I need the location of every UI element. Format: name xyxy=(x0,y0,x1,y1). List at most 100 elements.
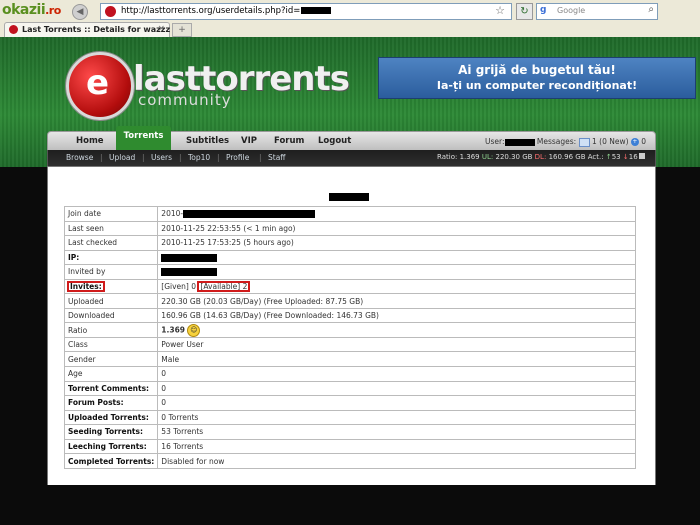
detail-key: Last checked xyxy=(63,235,159,251)
detail-value: [Given] 0 [Available] 2 xyxy=(157,278,636,295)
detail-value: Male xyxy=(157,351,636,368)
table-row: Uploaded 220.30 GB (20.03 GB/Day) (Free U… xyxy=(63,293,636,309)
detail-key: Uploaded xyxy=(63,293,159,309)
detail-key: Invited by xyxy=(63,264,159,280)
subnav-profile[interactable]: Profile xyxy=(226,153,249,162)
redacted-ip xyxy=(161,253,218,262)
content-panel: Join date 2010- Last seen 2010-11-25 22:53… xyxy=(47,166,656,486)
search-input[interactable]: g Google ⌕ xyxy=(536,3,658,20)
ad-banner[interactable]: Ai grijă de bugetul tău! Ia-ți un comput… xyxy=(378,57,696,99)
table-row: Last seen 2010-11-25 22:53:55 (< 1 min ag… xyxy=(63,220,636,237)
detail-value: 53 Torrents xyxy=(157,424,636,440)
detail-value: 2010-11-25 17:53:25 (5 hours ago) xyxy=(157,235,636,251)
detail-value: 0 xyxy=(157,366,636,382)
subnav-browse[interactable]: Browse xyxy=(66,153,93,162)
main-nav: Home Torrents Subtitles VIP Forum Logout… xyxy=(47,126,656,152)
detail-value: 0 xyxy=(157,395,636,411)
table-row: Ratio 1.369 ☺ xyxy=(63,322,636,338)
reload-icon[interactable]: ↻ xyxy=(516,3,533,20)
detail-value: 0 xyxy=(157,380,636,397)
table-row: Last checked 2010-11-25 17:53:25 (5 hours… xyxy=(63,235,636,251)
messages-count[interactable]: 1 (0 New) xyxy=(592,137,629,146)
redacted-id xyxy=(301,7,332,14)
subnav-staff[interactable]: Staff xyxy=(268,153,285,162)
user-details-table: Join date 2010- Last seen 2010-11-25 22:53… xyxy=(63,206,636,469)
table-row: Torrent Comments: 0 xyxy=(63,380,636,397)
detail-value: 220.30 GB (20.03 GB/Day) (Free Uploaded:… xyxy=(157,293,636,309)
detail-value: 1.369 ☺ xyxy=(157,322,636,338)
detail-key: Uploaded Torrents: xyxy=(63,409,159,426)
detail-value xyxy=(157,264,636,280)
sub-nav: Browse | Upload | Users | Top10 | Profil… xyxy=(47,150,656,167)
table-row: Join date 2010- xyxy=(63,206,636,222)
detail-value: 0 Torrents xyxy=(157,409,636,426)
redacted-username-heading xyxy=(329,193,369,201)
detail-key: Class xyxy=(63,336,159,353)
detail-key: Torrent Comments: xyxy=(63,380,159,397)
detail-key: Age xyxy=(63,366,159,382)
detail-key: Ratio xyxy=(63,322,159,338)
site-favicon-icon xyxy=(105,6,116,17)
subnav-users[interactable]: Users xyxy=(151,153,172,162)
detail-key: Last seen xyxy=(63,220,159,237)
invites-label: Invites: xyxy=(67,281,105,292)
nav-subtitles[interactable]: Subtitles xyxy=(186,136,229,146)
detail-value: 160.96 GB (14.63 GB/Day) (Free Downloade… xyxy=(157,307,636,324)
nav-torrents[interactable]: Torrents xyxy=(116,126,171,150)
lasttorrents-logo-icon[interactable]: e xyxy=(66,52,134,120)
tab-strip: Last Torrents :: Details for wazzz × + xyxy=(0,21,700,37)
user-stats: Ratio: 1.369 UL: 220.30 GB DL: 160.96 GB… xyxy=(437,153,645,161)
table-row: Seeding Torrents: 53 Torrents xyxy=(63,424,636,440)
table-row: Invited by xyxy=(63,264,636,280)
rss-icon[interactable] xyxy=(638,153,645,159)
table-row: Completed Torrents: Disabled for now xyxy=(63,453,636,469)
messages-label: Messages: xyxy=(536,137,577,146)
subnav-top10[interactable]: Top10 xyxy=(188,153,210,162)
invites-given: [Given] 0 xyxy=(161,282,197,291)
table-row: Uploaded Torrents: 0 Torrents xyxy=(63,409,636,426)
nav-logout[interactable]: Logout xyxy=(318,136,351,146)
table-row: IP: xyxy=(63,249,636,266)
invites-available: [Available] 2 xyxy=(197,281,251,292)
detail-key: Forum Posts: xyxy=(63,395,159,411)
user-label: User: xyxy=(485,137,505,146)
table-row: Leeching Torrents: 16 Torrents xyxy=(63,438,636,455)
close-tab-icon[interactable]: × xyxy=(157,24,165,34)
ad-headline: Ai grijă de bugetul tău! xyxy=(458,63,616,77)
detail-value: 2010- xyxy=(157,206,636,222)
nav-vip[interactable]: VIP xyxy=(241,136,257,146)
google-icon: g xyxy=(540,5,547,15)
subnav-upload[interactable]: Upload xyxy=(109,153,135,162)
search-icon[interactable]: ⌕ xyxy=(648,4,654,15)
detail-key: Downloaded xyxy=(63,307,159,324)
okazii-watermark-logo: okazii.ro xyxy=(2,2,61,18)
detail-key: IP: xyxy=(63,249,159,266)
redacted-inviter xyxy=(161,268,218,277)
detail-value xyxy=(157,249,636,266)
table-row: Invites: [Given] 0 [Available] 2 xyxy=(63,278,636,295)
envelope-icon[interactable] xyxy=(578,137,590,147)
detail-key: Seeding Torrents: xyxy=(63,424,159,440)
table-row: Downloaded 160.96 GB (14.63 GB/Day) (Free… xyxy=(63,307,636,324)
nav-forum[interactable]: Forum xyxy=(274,136,304,146)
new-message-icon[interactable]: + xyxy=(630,138,639,146)
search-placeholder: Google xyxy=(557,6,586,15)
detail-key: Leeching Torrents: xyxy=(63,438,159,455)
bookmark-star-icon[interactable]: ☆ xyxy=(495,4,505,17)
new-tab-button[interactable]: + xyxy=(172,23,192,37)
browser-tab-active[interactable]: Last Torrents :: Details for wazzz × xyxy=(4,22,170,37)
detail-key: Invites: xyxy=(63,278,159,295)
nav-home[interactable]: Home xyxy=(76,136,104,146)
new-count: 0 xyxy=(641,137,647,146)
back-button[interactable]: ◀ xyxy=(72,4,88,20)
detail-key: Join date xyxy=(63,206,159,222)
page-footer-area xyxy=(0,485,700,525)
brand-subtitle: community xyxy=(138,91,232,109)
redacted-value xyxy=(183,210,316,219)
table-row: Gender Male xyxy=(63,351,636,368)
redacted-username xyxy=(504,138,535,146)
detail-key: Completed Torrents: xyxy=(63,453,159,469)
user-area: User: Messages: 1 (0 New) + 0 xyxy=(485,137,646,147)
address-bar[interactable]: http://lasttorrents.org/userdetails.php?… xyxy=(100,3,512,20)
address-url: http://lasttorrents.org/userdetails.php?… xyxy=(121,6,332,16)
